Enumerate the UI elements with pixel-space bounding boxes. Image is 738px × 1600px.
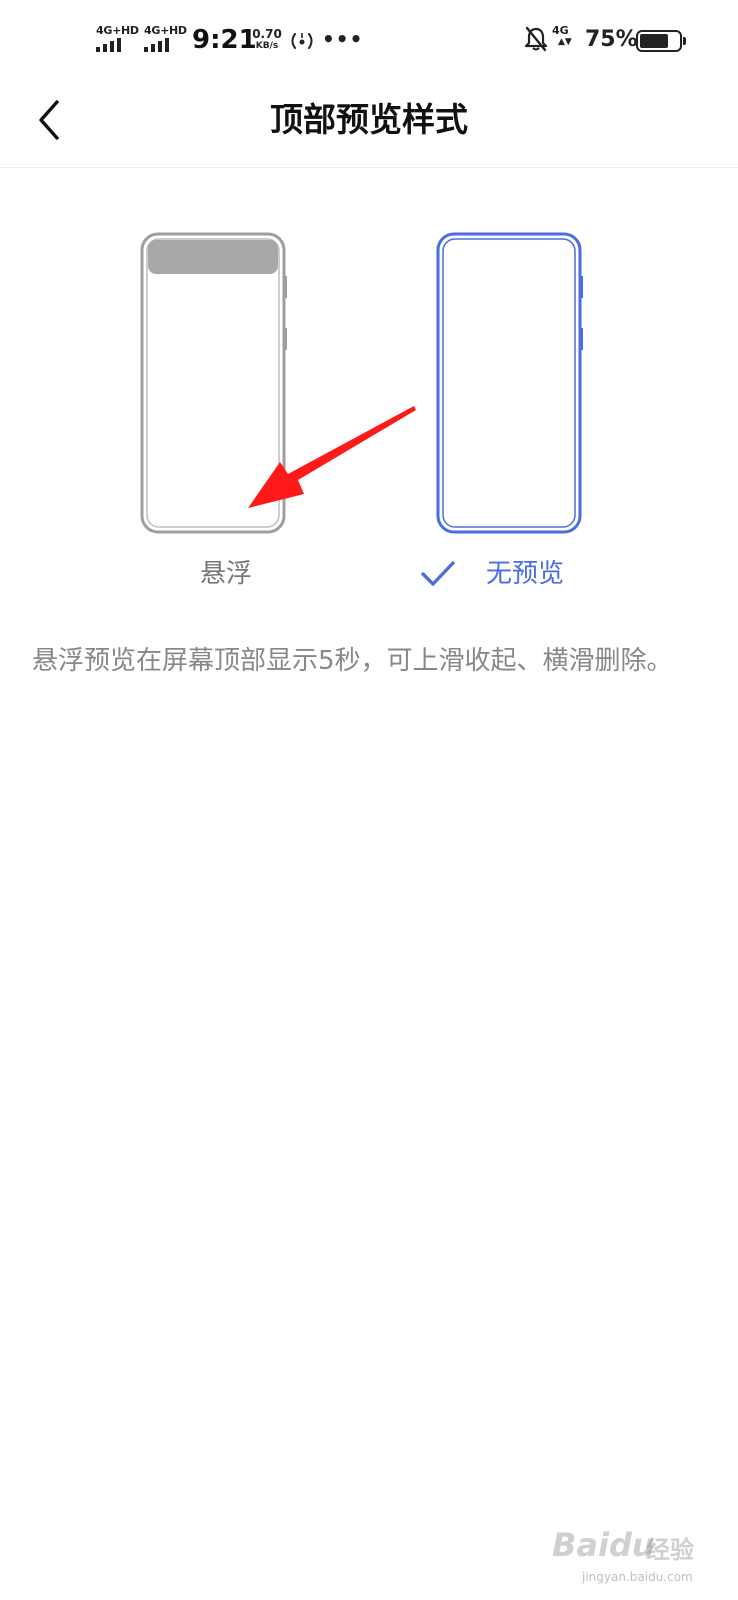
signal-icon: 4G+HD xyxy=(96,24,139,54)
status-time: 9:21 xyxy=(192,25,257,55)
page-title: 顶部预览样式 xyxy=(270,100,468,139)
option-no-preview[interactable]: 无预览 xyxy=(420,228,600,608)
baidu-watermark-logo: Baidu 经验 jingyan.baidu.com xyxy=(552,1520,722,1590)
mute-icon xyxy=(524,26,548,56)
hotspot-icon xyxy=(289,30,315,56)
option-no-preview-label: 无预览 xyxy=(486,559,565,589)
annotation-arrow-icon xyxy=(248,406,416,508)
data-arrows: ▲▼ xyxy=(558,37,572,47)
more-notifications-icon: ••• xyxy=(322,27,364,51)
option-float-label: 悬浮 xyxy=(200,559,253,589)
title-bar: 顶部预览样式 xyxy=(0,80,738,168)
network-speed-unit: KB/s xyxy=(255,41,279,51)
sim2-network-label: 4G+HD xyxy=(144,24,187,37)
battery-icon xyxy=(636,30,686,52)
screen: 4G+HD 4G+HD 9:21 0.70 KB/s ••• 4G ▲▼ 75%… xyxy=(0,0,738,1600)
mobile-data-icon: 4G ▲▼ xyxy=(552,24,580,54)
battery-percent: 75% xyxy=(585,27,638,52)
battery-fill xyxy=(640,34,669,48)
signal-icon: 4G+HD xyxy=(144,24,187,54)
watermark-brand-cn: 经验 xyxy=(646,1536,694,1564)
watermark-brand: Baidu xyxy=(552,1526,655,1564)
description-text: 悬浮预览在屏幕顶部显示5秒，可上滑收起、横滑删除。 xyxy=(32,646,673,676)
check-icon xyxy=(421,561,455,586)
data-network-label: 4G xyxy=(552,24,569,37)
status-bar: 4G+HD 4G+HD 9:21 0.70 KB/s ••• 4G ▲▼ 75% xyxy=(0,0,738,80)
network-speed: 0.70 KB/s xyxy=(250,27,284,52)
phone-no-preview-icon xyxy=(436,232,583,534)
network-speed-value: 0.70 xyxy=(252,27,282,41)
watermark-site: jingyan.baidu.com xyxy=(582,1570,693,1584)
sim1-network-label: 4G+HD xyxy=(96,24,139,37)
